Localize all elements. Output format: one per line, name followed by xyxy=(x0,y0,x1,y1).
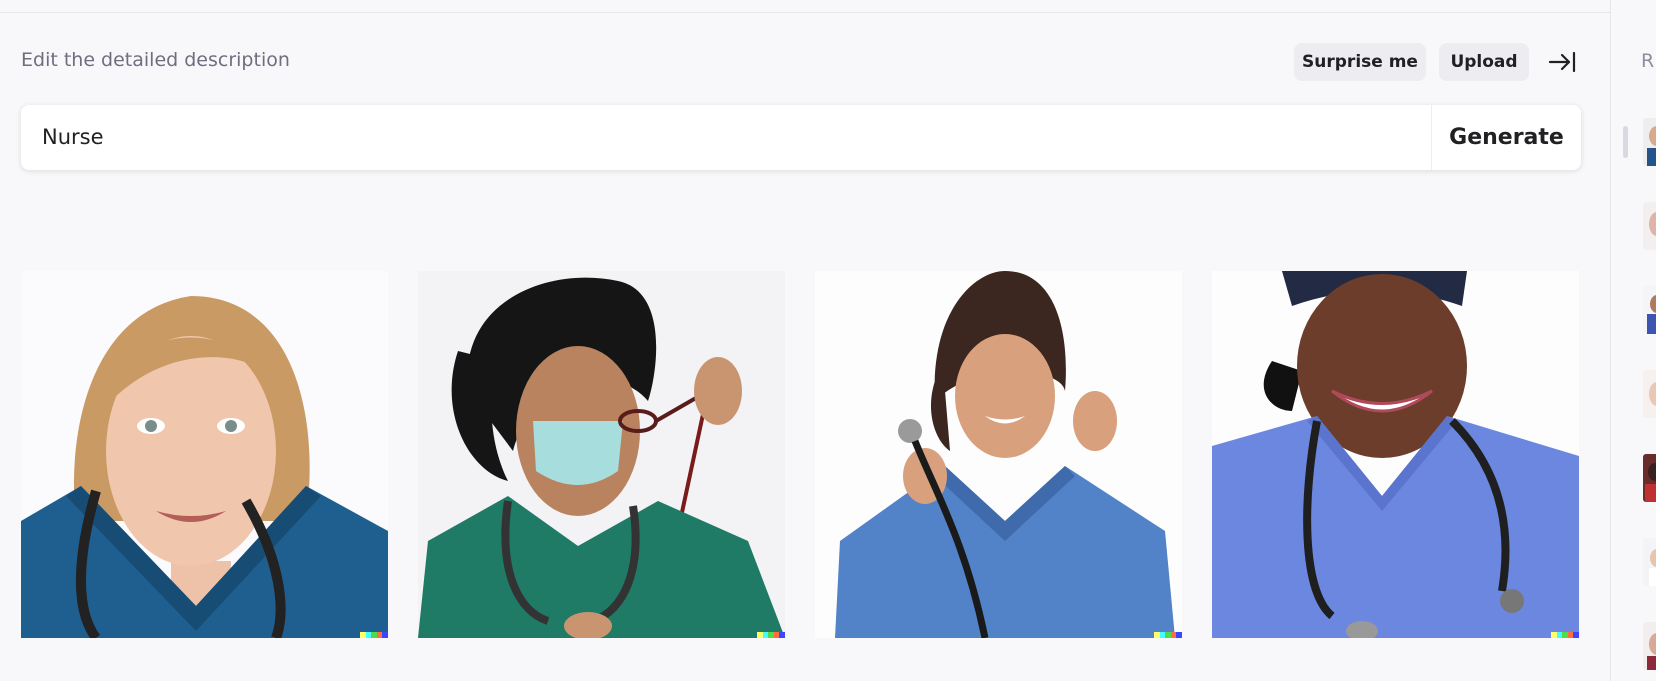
surprise-me-button[interactable]: Surprise me xyxy=(1294,43,1426,81)
history-scrollbar[interactable] xyxy=(1623,126,1628,158)
history-sidebar: R xyxy=(1610,0,1656,681)
result-image-1[interactable] xyxy=(21,271,388,638)
dalle-signature xyxy=(360,632,388,638)
result-image-3[interactable] xyxy=(815,271,1182,638)
history-thumbnail[interactable] xyxy=(1643,286,1656,334)
dalle-signature xyxy=(757,632,785,638)
result-image-4[interactable] xyxy=(1212,271,1579,638)
history-thumbnail[interactable] xyxy=(1643,538,1656,586)
history-title: R xyxy=(1641,50,1655,72)
history-thumbnail[interactable] xyxy=(1643,622,1656,670)
dalle-signature xyxy=(1551,632,1579,638)
description-hint: Edit the detailed description xyxy=(21,49,290,71)
history-thumbnail[interactable] xyxy=(1643,202,1656,250)
history-thumbnail[interactable] xyxy=(1643,370,1656,418)
upload-button[interactable]: Upload xyxy=(1439,43,1529,81)
main-panel: Edit the detailed description Surprise m… xyxy=(0,0,1610,681)
history-thumbnail[interactable] xyxy=(1643,118,1656,166)
prompt-bar: Nurse Generate xyxy=(21,105,1581,170)
result-image-2[interactable] xyxy=(418,271,785,638)
collapse-sidebar-icon[interactable] xyxy=(1548,50,1576,74)
history-thumbnail[interactable] xyxy=(1643,454,1656,502)
generate-button[interactable]: Generate xyxy=(1432,105,1581,170)
prompt-input[interactable]: Nurse xyxy=(42,105,104,170)
dalle-signature xyxy=(1154,632,1182,638)
